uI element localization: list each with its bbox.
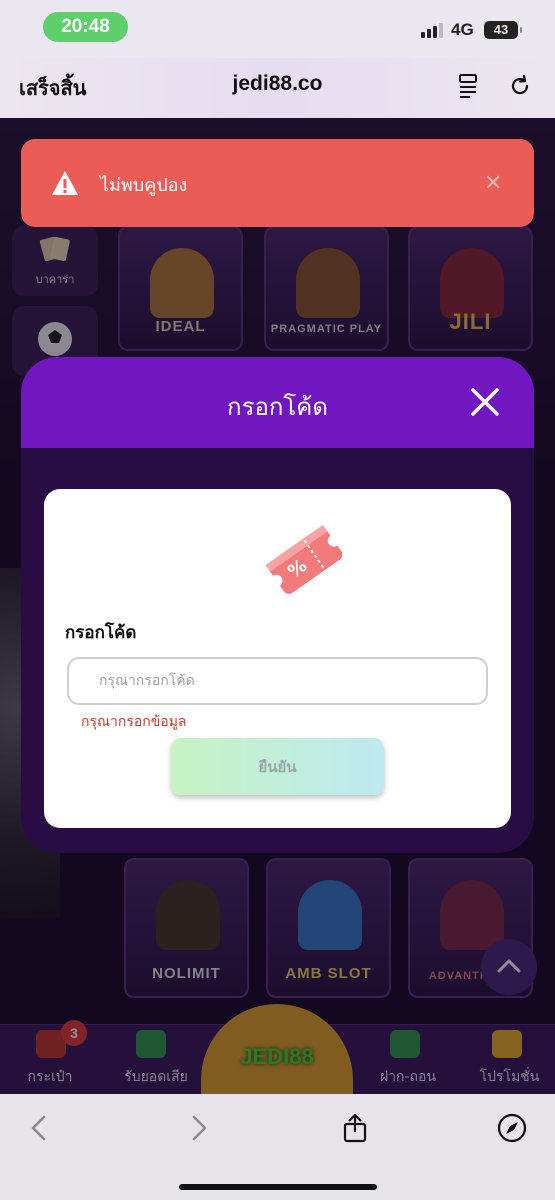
toast-close-button[interactable]: ✕ bbox=[484, 171, 502, 196]
code-field-label: กรอกโค้ด bbox=[65, 623, 137, 643]
coupon-icon: % bbox=[265, 524, 343, 594]
code-form-card: % กรอกโค้ด กรุณากรอกข้อมูล ยืนยัน bbox=[44, 489, 511, 828]
status-time: 20:48 bbox=[43, 12, 128, 42]
share-icon[interactable] bbox=[340, 1113, 370, 1143]
validation-error: กรุณากรอกข้อมูล bbox=[81, 714, 187, 730]
reload-icon[interactable] bbox=[508, 74, 532, 98]
compass-icon[interactable] bbox=[497, 1113, 527, 1143]
modal-header: กรอกโค้ด bbox=[21, 357, 534, 448]
home-indicator bbox=[179, 1184, 377, 1190]
toast-message: ไม่พบคูปอง bbox=[100, 175, 188, 196]
modal-title: กรอกโค้ด bbox=[227, 393, 328, 421]
signal-icon bbox=[421, 22, 443, 38]
confirm-button[interactable]: ยืนยัน bbox=[171, 738, 384, 795]
code-modal: กรอกโค้ด % กรอกโค้ด กรุณากรอกข้อมูล ยืนย… bbox=[21, 357, 534, 853]
forward-icon[interactable] bbox=[183, 1113, 213, 1143]
browser-header: เสร็จสิ้น jedi88.co bbox=[0, 58, 555, 118]
code-input[interactable] bbox=[67, 657, 488, 705]
warning-icon bbox=[52, 171, 78, 195]
reader-view-icon[interactable] bbox=[458, 74, 480, 98]
network-type: 4G bbox=[451, 20, 474, 39]
close-icon[interactable] bbox=[468, 385, 502, 419]
toast-notification bbox=[21, 139, 534, 227]
battery-icon: 43 bbox=[484, 21, 522, 39]
back-icon[interactable] bbox=[25, 1113, 55, 1143]
status-bar: 20:48 4G 43 bbox=[0, 0, 555, 58]
